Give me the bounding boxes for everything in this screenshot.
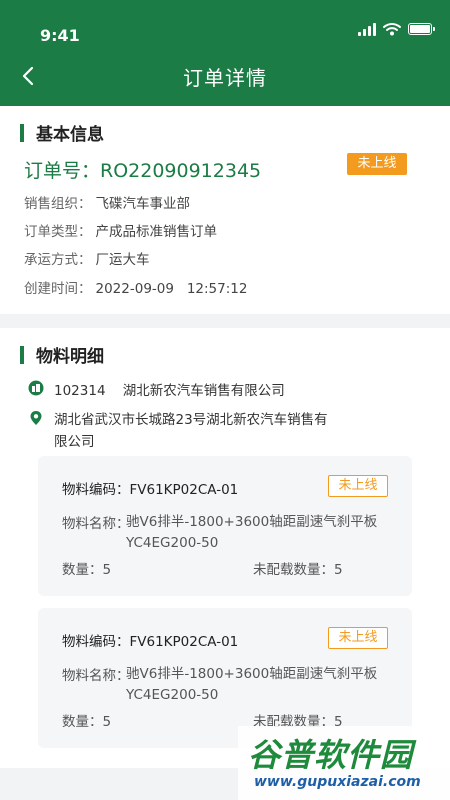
info-label: 创建时间： [24,281,92,297]
status-time: 9:41 [40,26,80,45]
status-badge: 未上线 [328,627,388,649]
material-name-label: 物料名称： [62,516,130,532]
order-number: 订单号：RO22090912345 [24,160,262,182]
app-header: 9:41 订单详情 [0,0,450,106]
info-row-created-time: 创建时间： 2022-09-09 12:57:12 [24,277,247,297]
status-badge: 未上线 [347,153,407,175]
address-line-2: 限公司 [54,434,95,450]
info-value: 飞碟汽车事业部 [95,196,191,212]
info-value: 产成品标准销售订单 [95,224,218,240]
section-title-text: 物料明细 [36,347,104,367]
info-label: 销售组织： [24,196,92,212]
info-label: 订单类型： [24,224,92,240]
address-line-1: 湖北省武汉市长城路23号湖北新农汽车销售有 [54,412,328,428]
material-item[interactable]: 物料编码：FV61KP02CA-01 未上线 物料名称： 驰V6排半-1800+… [38,456,412,596]
section-title-materials: 物料明细 [20,342,104,367]
section-accent-bar [20,123,24,142]
page-title: 订单详情 [183,66,267,90]
material-name: 驰V6排半-1800+3600轴距副速气刹平板YC4EG200-50 [126,514,378,551]
status-icons [358,22,435,36]
section-title-basic: 基本信息 [20,120,104,145]
building-icon [28,380,44,396]
material-detail-card: 物料明细 102314 湖北新农汽车销售有限公司 湖北省武汉市长城路23号湖北新… [0,328,450,768]
material-name-label: 物料名称： [62,668,130,684]
info-label: 承运方式： [24,252,92,268]
material-quantity: 数量：5 [62,562,112,578]
watermark-url: www.gupuxiazai.com [254,774,421,790]
info-row-order-type: 订单类型： 产成品标准销售订单 [24,220,217,240]
material-unloaded-quantity: 未配载数量：5 [253,562,343,578]
section-title-text: 基本信息 [36,125,104,145]
info-value: 厂运大车 [95,252,150,268]
address-text: 湖北省武汉市长城路23号湖北新农汽车销售有 限公司 [54,409,328,453]
customer-text: 102314 湖北新农汽车销售有限公司 [54,383,285,399]
material-code: 物料编码：FV61KP02CA-01 [62,634,239,650]
watermark-logo: 谷普软件园 [248,736,414,774]
info-row-sales-org: 销售组织： 飞碟汽车事业部 [24,192,190,212]
status-badge: 未上线 [328,475,388,497]
signal-icon [358,22,376,36]
customer-line: 102314 湖北新农汽车销售有限公司 [28,379,285,399]
info-row-carrier: 承运方式： 厂运大车 [24,248,150,268]
section-accent-bar [20,345,24,364]
material-quantity: 数量：5 [62,714,112,730]
material-name: 驰V6排半-1800+3600轴距副速气刹平板YC4EG200-50 [126,666,378,703]
location-pin-icon [30,411,42,425]
watermark: 谷普软件园 www.gupuxiazai.com [238,726,450,800]
battery-icon [408,23,435,35]
material-code: 物料编码：FV61KP02CA-01 [62,482,239,498]
wifi-icon [383,23,401,36]
info-value: 2022-09-09 12:57:12 [95,281,248,297]
basic-info-card: 基本信息 订单号：RO22090912345 未上线 销售组织： 飞碟汽车事业部 … [0,106,450,314]
address-line: 湖北省武汉市长城路23号湖北新农汽车销售有 限公司 [28,409,328,453]
